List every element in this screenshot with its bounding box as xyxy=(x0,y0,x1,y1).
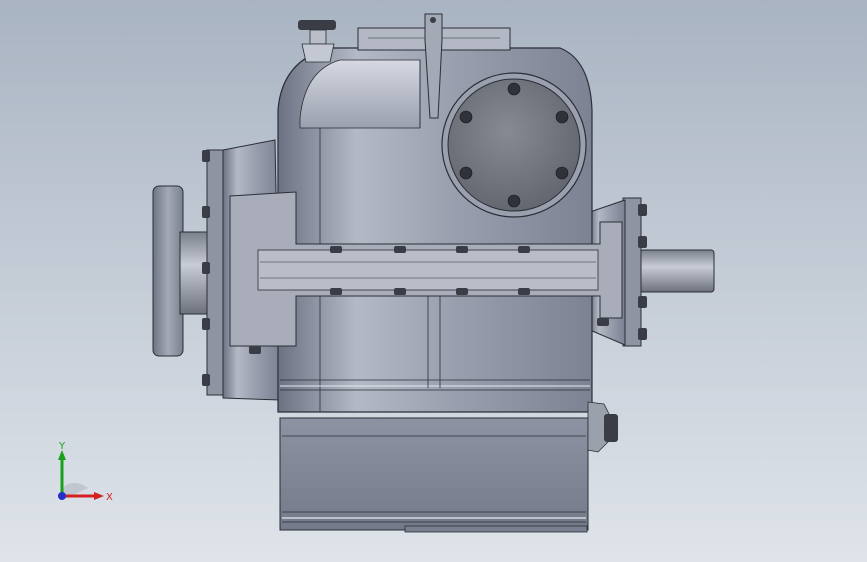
orientation-triad: Y X xyxy=(58,441,113,503)
drain-plug[interactable] xyxy=(587,401,618,453)
graphics-viewport[interactable]: Y X xyxy=(0,0,867,562)
y-axis-label: Y xyxy=(58,441,66,452)
bearing-cover[interactable] xyxy=(441,72,587,218)
x-axis-arrow-icon xyxy=(94,492,104,500)
x-axis-label: X xyxy=(106,492,113,503)
gearbox-model[interactable] xyxy=(0,0,867,562)
base-housing[interactable] xyxy=(279,417,589,533)
breather-cap[interactable] xyxy=(298,20,336,63)
z-axis-icon xyxy=(58,492,66,500)
